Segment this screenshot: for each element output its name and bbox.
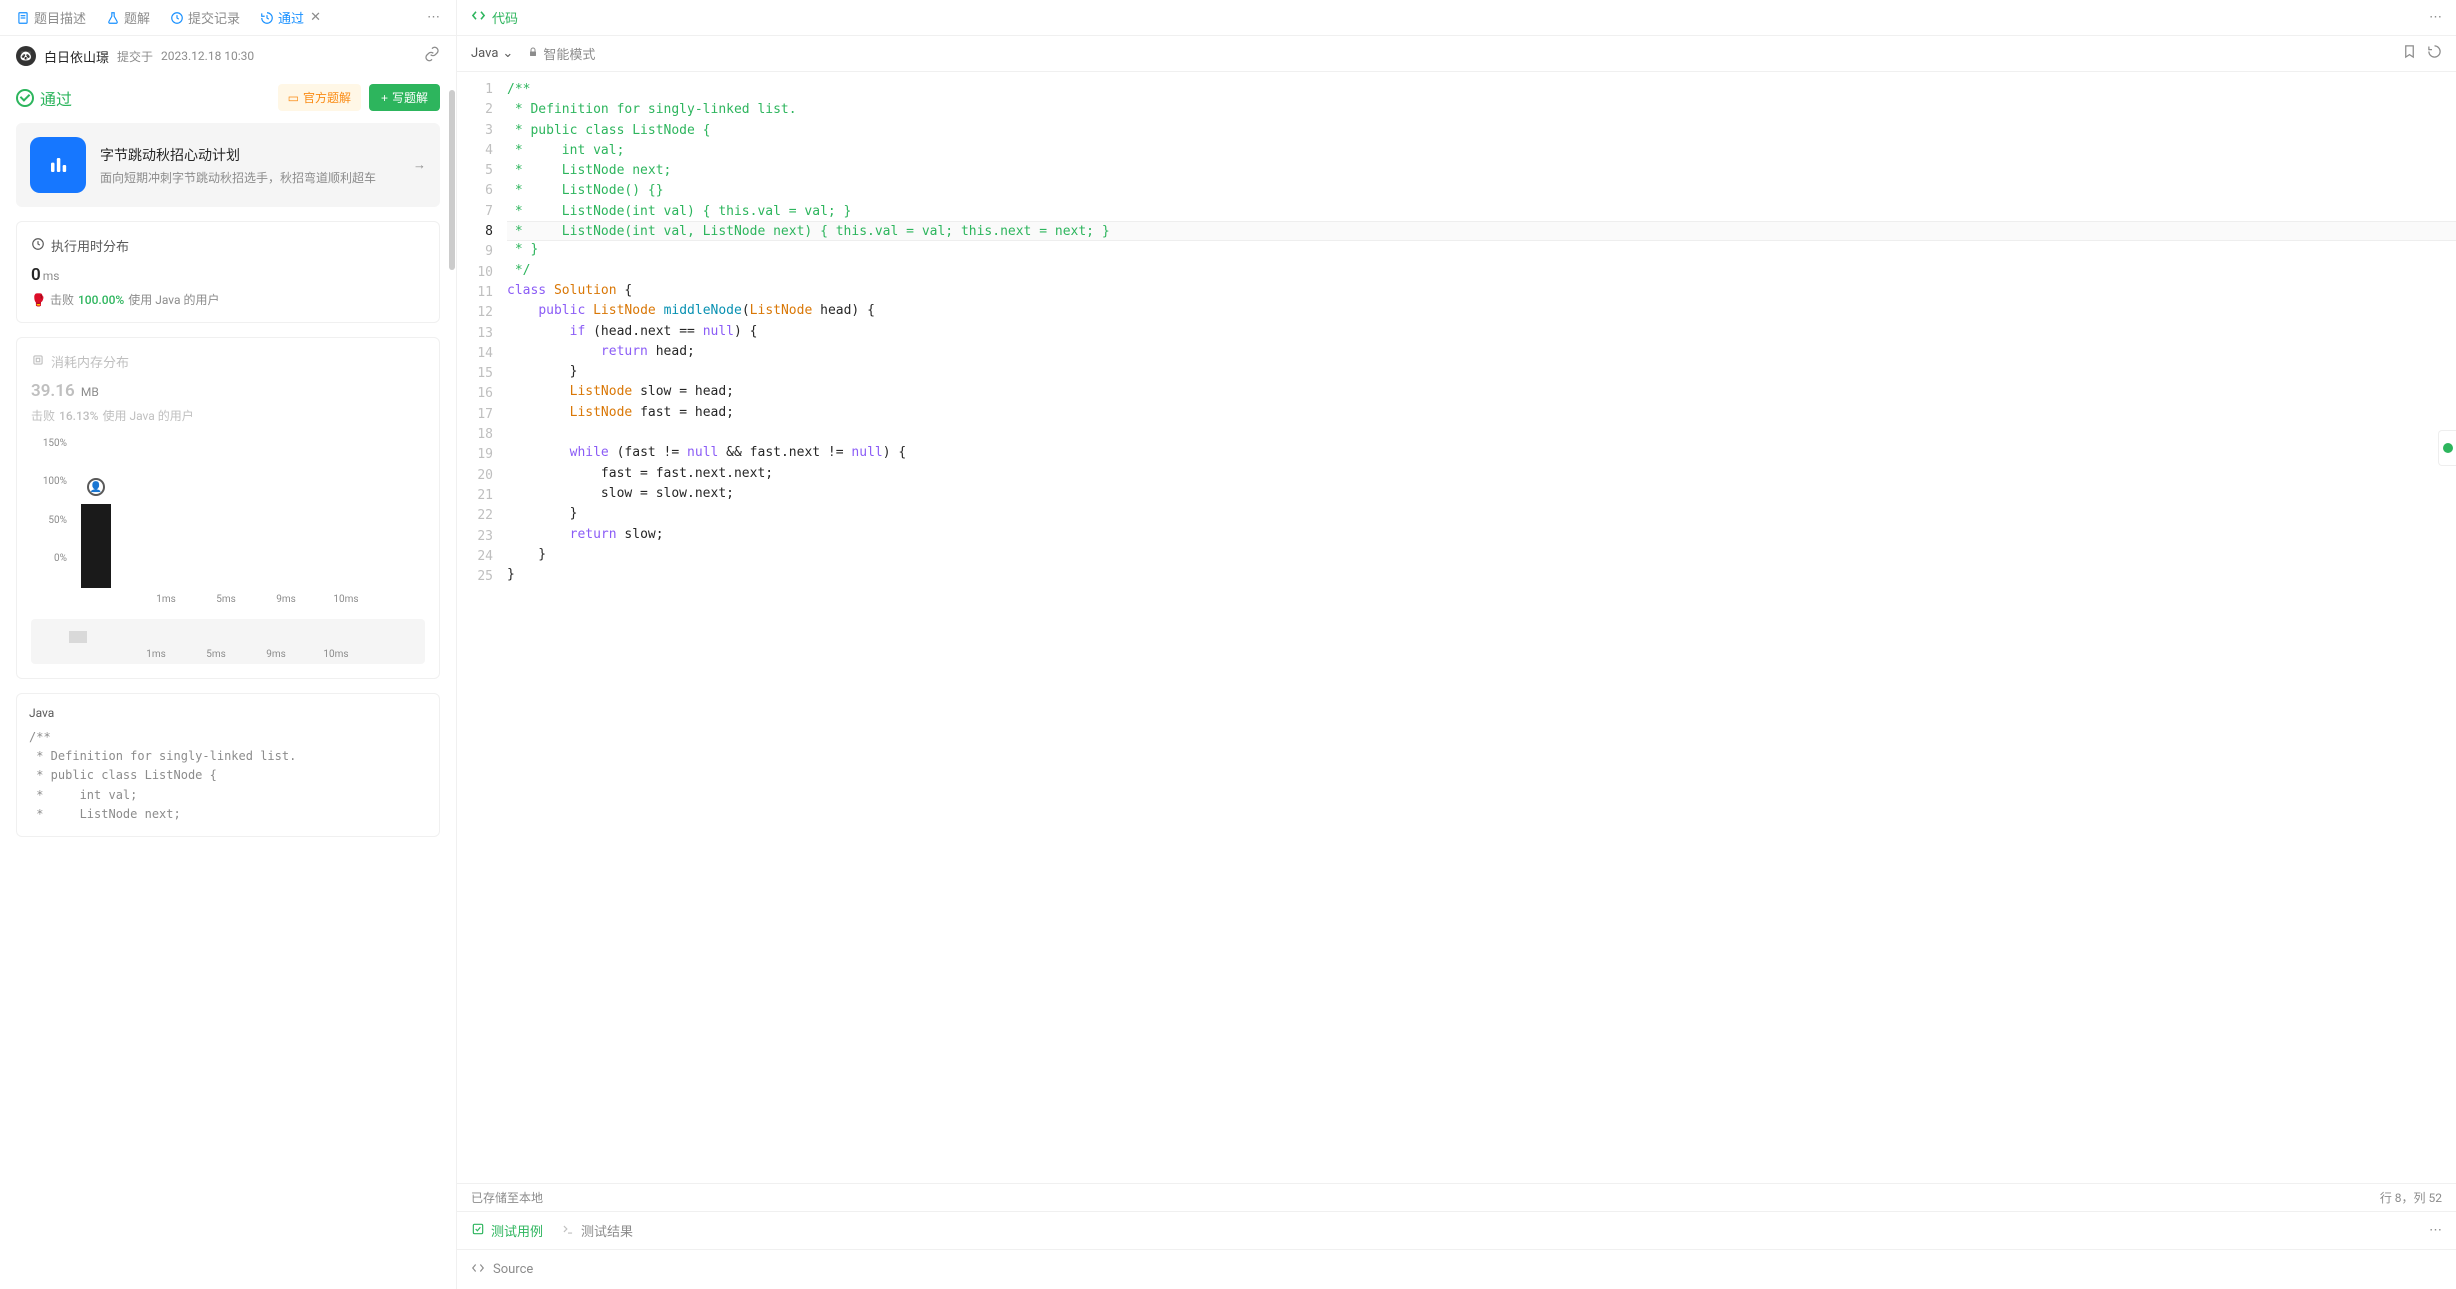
runtime-card: 执行用时分布 0ms 🥊 击败 100.00% 使用 Java 的用户 [16,221,440,323]
save-status: 已存储至本地 [471,1189,543,1206]
status-row: 通过 ▭ 官方题解 + 写题解 [0,76,456,123]
code-header: 代码 ⋯ [457,0,2456,36]
promo-title: 字节跳动秋招心动计划 [100,145,399,165]
plus-icon: + [381,91,388,105]
clock-icon [31,237,45,255]
runtime-value: 0ms [31,265,425,285]
trophy-icon: 🥊 [31,293,46,307]
source-label: Source [493,1262,533,1277]
flask-icon [106,11,120,25]
tab-label: 通过 [278,8,304,27]
memory-title: 消耗内存分布 [31,352,425,371]
memory-value: 39.16 MB [31,381,425,401]
tab-solution[interactable]: 题解 [98,0,158,36]
code-preview: Java /** * Definition for singly-linked … [16,693,440,837]
book-icon: ▭ [288,91,299,105]
feedback-tab[interactable] [2438,430,2456,466]
official-solution-button[interactable]: ▭ 官方题解 [278,84,361,111]
status-badge: 通过 [16,86,72,110]
memory-card: 消耗内存分布 39.16 MB 击败 16.13% 使用 Java 的用户 15… [16,337,440,679]
avatar[interactable]: 🐼 [16,46,36,66]
check-icon [16,89,34,107]
source-bar[interactable]: Source [457,1249,2456,1289]
promo-text: 字节跳动秋招心动计划 面向短期冲刺字节跳动秋招选手，秋招弯道顺利超车 [100,145,399,186]
memory-beat: 击败 16.13% 使用 Java 的用户 [31,407,425,424]
tabs-more-icon[interactable]: ⋯ [419,10,448,25]
minimap-bar [69,631,87,643]
left-body: 字节跳动秋招心动计划 面向短期冲刺字节跳动秋招选手，秋招弯道顺利超车 → 执行用… [0,123,456,1289]
terminal-icon [561,1222,575,1240]
tab-label: 提交记录 [188,8,240,27]
history-icon [170,11,184,25]
runtime-beat: 🥊 击败 100.00% 使用 Java 的用户 [31,291,425,308]
more-icon[interactable]: ⋯ [2429,10,2442,25]
chart-ylabels: 150% 100% 50% 0% [31,438,67,564]
file-icon [16,11,30,25]
editor-toolbar: Java ⌄ 智能模式 [457,36,2456,72]
chart-minimap[interactable]: 1ms 5ms 9ms 10ms [31,619,425,664]
tab-description[interactable]: 题目描述 [8,0,94,36]
right-panel: 代码 ⋯ Java ⌄ 智能模式 [457,0,2456,1289]
chart-bar[interactable]: 👤 [81,504,111,588]
reset-icon[interactable] [2427,44,2442,63]
promo-subtitle: 面向短期冲刺字节跳动秋招选手，秋招弯道顺利超车 [100,169,399,186]
close-icon[interactable]: ✕ [310,10,321,25]
language-selector[interactable]: Java ⌄ [471,46,513,61]
code-body[interactable]: /** * Definition for singly-linked list.… [507,72,2456,1183]
tab-submissions[interactable]: 提交记录 [162,0,248,36]
runtime-chart: 150% 100% 50% 0% 👤 1ms 5ms [31,438,425,664]
tab-pass[interactable]: 通过 ✕ [252,0,329,36]
chart-marker-icon: 👤 [87,478,105,496]
scrollbar[interactable] [448,0,456,1289]
memory-icon [31,353,45,371]
more-icon[interactable]: ⋯ [2429,1223,2442,1238]
left-tabs: 题目描述 题解 提交记录 通过 ✕ ⋯ [0,0,456,36]
link-icon[interactable] [424,46,440,66]
test-results-tab[interactable]: 测试结果 [561,1221,633,1240]
chevron-down-icon: ⌄ [502,46,513,61]
gutter: 1234567891011121314151617181920212223242… [457,72,507,1183]
lock-icon [527,46,539,62]
smart-mode[interactable]: 智能模式 [527,44,595,63]
code-editor[interactable]: 1234567891011121314151617181920212223242… [457,72,2456,1183]
bookmark-icon[interactable] [2402,44,2417,63]
test-tabs: 测试用例 测试结果 ⋯ [457,1211,2456,1249]
minimap-xaxis: 1ms 5ms 9ms 10ms [31,649,425,660]
chart-xaxis: 1ms 5ms 9ms 10ms [31,594,425,605]
cursor-position: 行 8，列 52 [2380,1189,2442,1206]
history-icon [260,11,274,25]
status-bar: 已存储至本地 行 8，列 52 [457,1183,2456,1211]
check-square-icon [471,1222,485,1240]
code-title: 代码 [492,8,518,27]
left-panel: 题目描述 题解 提交记录 通过 ✕ ⋯ [0,0,457,1289]
status-label: 通过 [40,86,72,110]
write-solution-button[interactable]: + 写题解 [369,84,440,111]
submission-header: 🐼 白日依山璟 提交于 2023.12.18 10:30 [0,36,456,76]
code-bracket-icon [471,1261,485,1279]
username[interactable]: 白日依山璟 [44,47,109,66]
tab-label: 题目描述 [34,8,86,27]
promo-icon [30,137,86,193]
runtime-title: 执行用时分布 [31,236,425,255]
test-cases-tab[interactable]: 测试用例 [471,1221,543,1240]
code-preview-lang: Java [29,706,427,720]
code-bracket-icon [471,8,486,27]
code-preview-content: /** * Definition for singly-linked list.… [29,728,427,824]
submit-label: 提交于 [117,48,153,65]
promo-card[interactable]: 字节跳动秋招心动计划 面向短期冲刺字节跳动秋招选手，秋招弯道顺利超车 → [16,123,440,207]
tab-label: 题解 [124,8,150,27]
arrow-right-icon: → [413,157,426,173]
submit-time: 2023.12.18 10:30 [161,49,254,63]
